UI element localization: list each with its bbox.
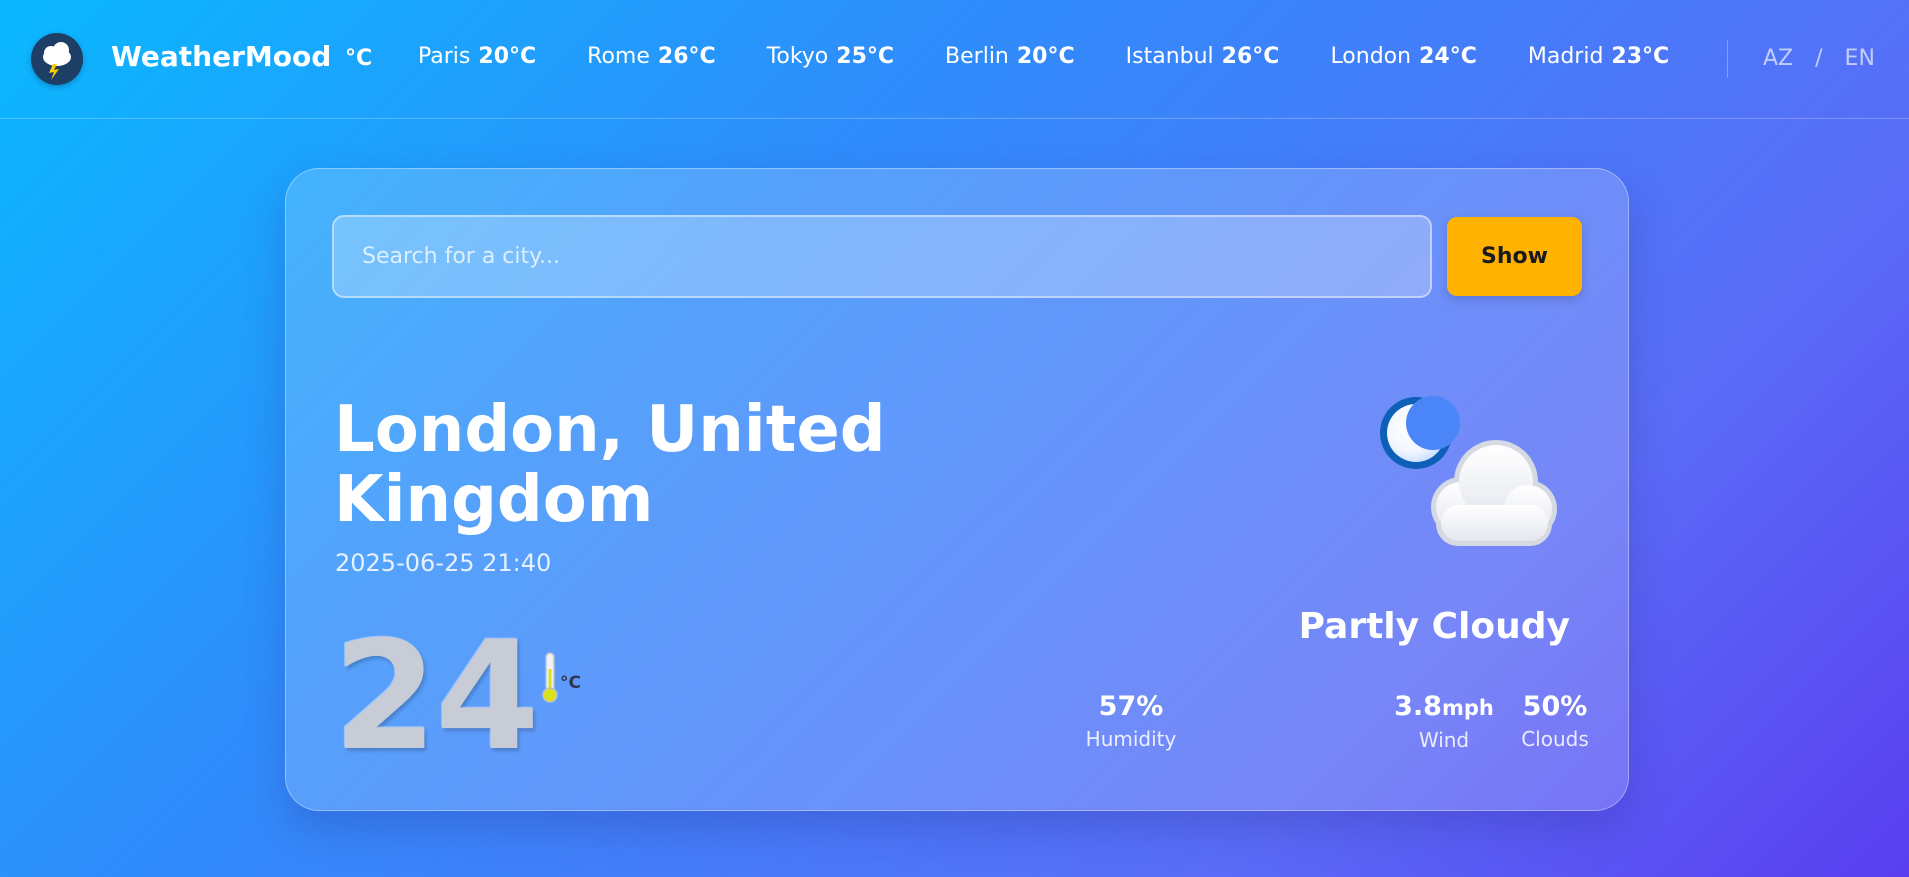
city-search-input[interactable] (332, 215, 1432, 298)
condition-text: Partly Cloudy (1298, 606, 1570, 647)
top-nav: WeatherMood °C Paris 20°C Rome 26°C Tokyo 2… (0, 0, 1909, 119)
city-item-berlin[interactable]: Berlin 20°C (945, 44, 1075, 69)
location-title: London, United Kingdom (334, 393, 886, 537)
humidity-label: Humidity (1085, 727, 1177, 751)
language-switcher: AZ / EN (1763, 46, 1875, 71)
wind-value: 3.8 (1394, 691, 1442, 722)
humidity-stat: 57% Humidity (1066, 689, 1196, 751)
clouds-stat: 50% Clouds (1505, 689, 1605, 751)
wind-value-wrap: 3.8mph (1379, 689, 1509, 726)
storm-cloud-logo-icon[interactable] (31, 33, 83, 85)
wind-stat: 3.8mph Wind (1379, 689, 1509, 752)
lang-az[interactable]: AZ (1763, 46, 1793, 71)
header-divider (1727, 40, 1728, 78)
lang-en[interactable]: EN (1845, 46, 1875, 71)
show-button[interactable]: Show (1447, 217, 1582, 296)
clouds-value: 50% (1522, 691, 1588, 722)
city-item-london[interactable]: London 24°C (1330, 44, 1476, 69)
city-item-tokyo[interactable]: Tokyo 25°C (767, 44, 894, 69)
city-item-paris[interactable]: Paris 20°C (418, 44, 536, 69)
lang-separator: / (1815, 46, 1823, 71)
wind-unit: mph (1441, 696, 1494, 720)
temperature-unit: °C (560, 673, 581, 693)
city-item-madrid[interactable]: Madrid 23°C (1528, 44, 1669, 69)
humidity-value: 57% (1098, 691, 1164, 722)
unit-toggle[interactable]: °C (345, 46, 372, 71)
wind-label: Wind (1418, 728, 1470, 752)
clouds-label: Clouds (1521, 727, 1589, 751)
city-item-istanbul[interactable]: Istanbul 26°C (1126, 44, 1280, 69)
city-ticker: Paris 20°C Rome 26°C Tokyo 25°C Berlin 20°C … (418, 44, 1708, 78)
local-datetime: 2025-06-25 21:40 (335, 549, 552, 577)
weather-card: Show London, United Kingdom 2025-06-25 2… (285, 168, 1629, 811)
thermometer-icon (539, 651, 561, 705)
moon-cloud-icon (1366, 387, 1566, 567)
app-brand[interactable]: WeatherMood (111, 40, 331, 73)
city-item-rome[interactable]: Rome 26°C (587, 44, 716, 69)
current-temperature: 24 (333, 610, 540, 784)
